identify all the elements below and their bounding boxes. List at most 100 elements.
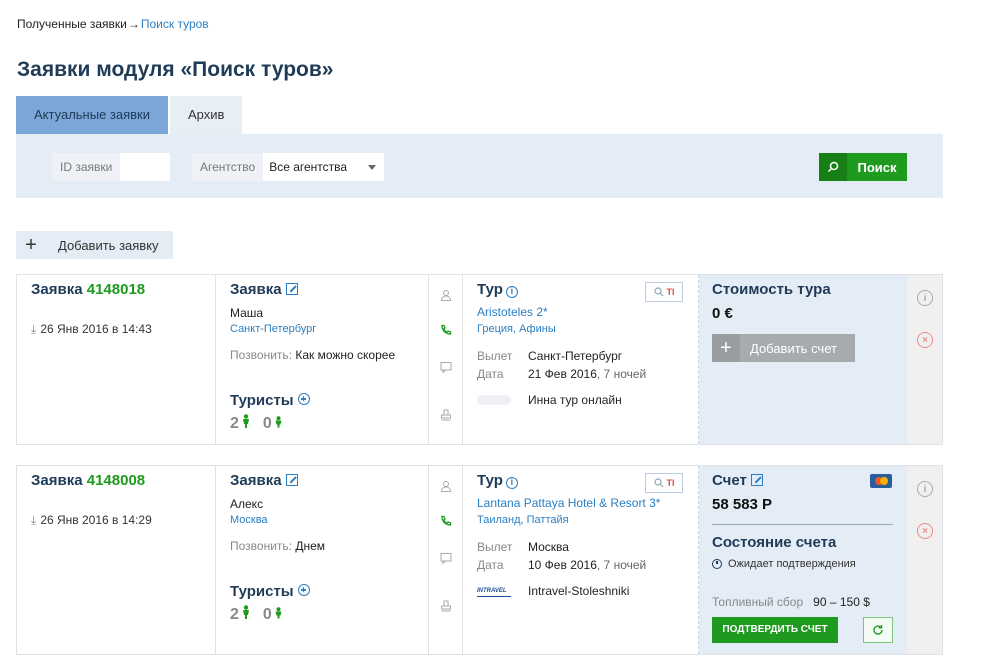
tour-cost-title: Стоимость тура [712,281,831,298]
hotel-link[interactable]: Aristoteles 2* [477,305,548,319]
edit-icon[interactable] [285,283,298,295]
edit-icon[interactable] [750,474,763,486]
tour-label: Тур [477,281,503,298]
hotel-link[interactable]: Lantana Pattaya Hotel & Resort 3* [477,496,660,510]
tour-column: Тур i TI Lantana Pattaya Hotel & Resort 3… [463,466,699,654]
order-title: Заявка 4148008 [31,472,145,489]
client-city: Санкт-Петербург [230,323,317,335]
fuel-value: 90 – 150 $ [813,595,870,609]
call-label: Позвонить: [230,539,292,553]
departure-value: Москва [528,540,569,554]
client-column: Заявка Маша Санкт-Петербург Позвонить: К… [216,275,429,444]
search-icon [819,153,847,181]
person-icon [241,605,251,624]
refresh-icon [873,625,883,635]
fuel-label: Топливный сбор [712,595,804,609]
tourists-count: 2 0 [230,414,295,433]
request-label: Заявка [230,281,282,298]
tab-active-orders[interactable]: Актуальные заявки [16,96,168,141]
date-text: 21 Фев 2016 [528,367,597,381]
order-created: 26 Янв 2016 в 14:29 [40,513,152,527]
side-controls: i × [907,275,942,444]
search-icon [653,287,663,297]
children-count: 0 [262,605,272,623]
order-number[interactable]: 4148018 [87,281,145,298]
refresh-button[interactable] [863,617,893,643]
invoice-status-value: Ожидает подтверждения [728,558,856,570]
tab-archive[interactable]: Архив [170,96,243,134]
order-info-column: Заявка 4148008 ⤓ 26 Янв 2016 в 14:29 [17,466,216,654]
breadcrumb-parent[interactable]: Полученные заявки [17,17,127,31]
tour-title: Тур i [477,281,518,298]
tourists-label: Туристы [230,583,294,600]
tabs: Актуальные заявки Архив [16,96,243,141]
add-invoice-button[interactable]: + Добавить счет [712,334,855,362]
search-icon [653,478,663,488]
comment-icon[interactable] [439,551,453,565]
download-icon: ⤓ [31,322,37,336]
breadcrumb-separator: → [127,17,140,31]
date-value: 21 Фев 2016, 7 ночей [528,367,646,381]
invoice-column: Счет 58 583 Р Состояние счета Ожидает по… [699,466,907,654]
departure-row: Вылет Москва [477,540,569,554]
fuel-charge: Топливный сбор 90 – 150 $ [712,595,870,609]
mastercard-icon [870,474,892,488]
date-label: Дата [477,558,504,572]
agency-select[interactable]: Все агентства [263,153,385,181]
tour-title: Тур i [477,472,518,489]
operator-row: Инна тур онлайн [477,393,622,407]
page-title: Заявки модуля «Поиск туров» [17,58,334,81]
user-icon[interactable] [439,288,453,302]
tour-search-tools[interactable]: TI [645,473,683,493]
edit-icon[interactable] [285,474,298,486]
agency-label: Агентство [192,153,264,181]
children-count: 0 [262,414,272,432]
adults-count: 2 [230,414,239,432]
tour-cost-value: 0 € [712,305,733,322]
info-icon[interactable]: i [917,481,933,497]
add-order-button[interactable]: + Добавить заявку [16,231,173,259]
order-label: Заявка [31,472,83,489]
order-date: ⤓ 26 Янв 2016 в 14:43 [31,322,152,337]
breadcrumb-current[interactable]: Поиск туров [141,17,209,31]
tour-search-tools[interactable]: TI [645,282,683,302]
tourists-count: 2 0 [230,605,295,624]
price-column: Стоимость тура 0 € + Добавить счет [699,275,907,444]
confirm-invoice-button[interactable]: ПОДТВЕРДИТЬ СЧЕТ [712,617,838,643]
close-icon[interactable]: × [917,523,933,539]
comment-icon[interactable] [439,360,453,374]
date-row: Дата 21 Фев 2016, 7 ночей [477,367,646,381]
filter-bar: ID заявки Агентство Все агентства Поиск [16,134,943,198]
add-order-label: Добавить заявку [58,237,159,253]
date-row: Дата 10 Фев 2016, 7 ночей [477,558,646,572]
phone-icon[interactable] [439,514,453,528]
order-id-input[interactable] [120,153,171,181]
close-icon[interactable]: × [917,332,933,348]
departure-label: Вылет [477,349,513,363]
request-title: Заявка [230,281,298,298]
agency-filter: Агентство Все агентства [192,153,385,181]
order-created: 26 Янв 2016 в 14:43 [40,322,152,336]
operator-logo: INTRAVEL [477,585,511,597]
tourists-label: Туристы [230,392,294,409]
info-icon[interactable]: i [505,477,518,489]
actions-column [429,275,463,444]
user-icon[interactable] [439,479,453,493]
phone-icon[interactable] [439,323,453,337]
search-button-label: Поиск [857,159,897,175]
nights-text: , 7 ночей [596,367,647,381]
plus-circle-icon[interactable] [297,393,310,405]
info-icon[interactable]: i [505,286,518,298]
side-controls: i × [907,466,942,654]
search-button[interactable]: Поиск [819,153,907,181]
stamp-icon[interactable] [439,599,453,613]
operator-row: INTRAVEL Intravel-Stoleshniki [477,584,629,598]
plus-circle-icon[interactable] [297,584,310,596]
departure-label: Вылет [477,540,513,554]
order-id-label: ID заявки [52,153,121,181]
child-icon [274,415,283,433]
stamp-icon[interactable] [439,408,453,422]
person-icon [241,414,251,433]
info-icon[interactable]: i [917,290,933,306]
order-number[interactable]: 4148008 [87,472,145,489]
